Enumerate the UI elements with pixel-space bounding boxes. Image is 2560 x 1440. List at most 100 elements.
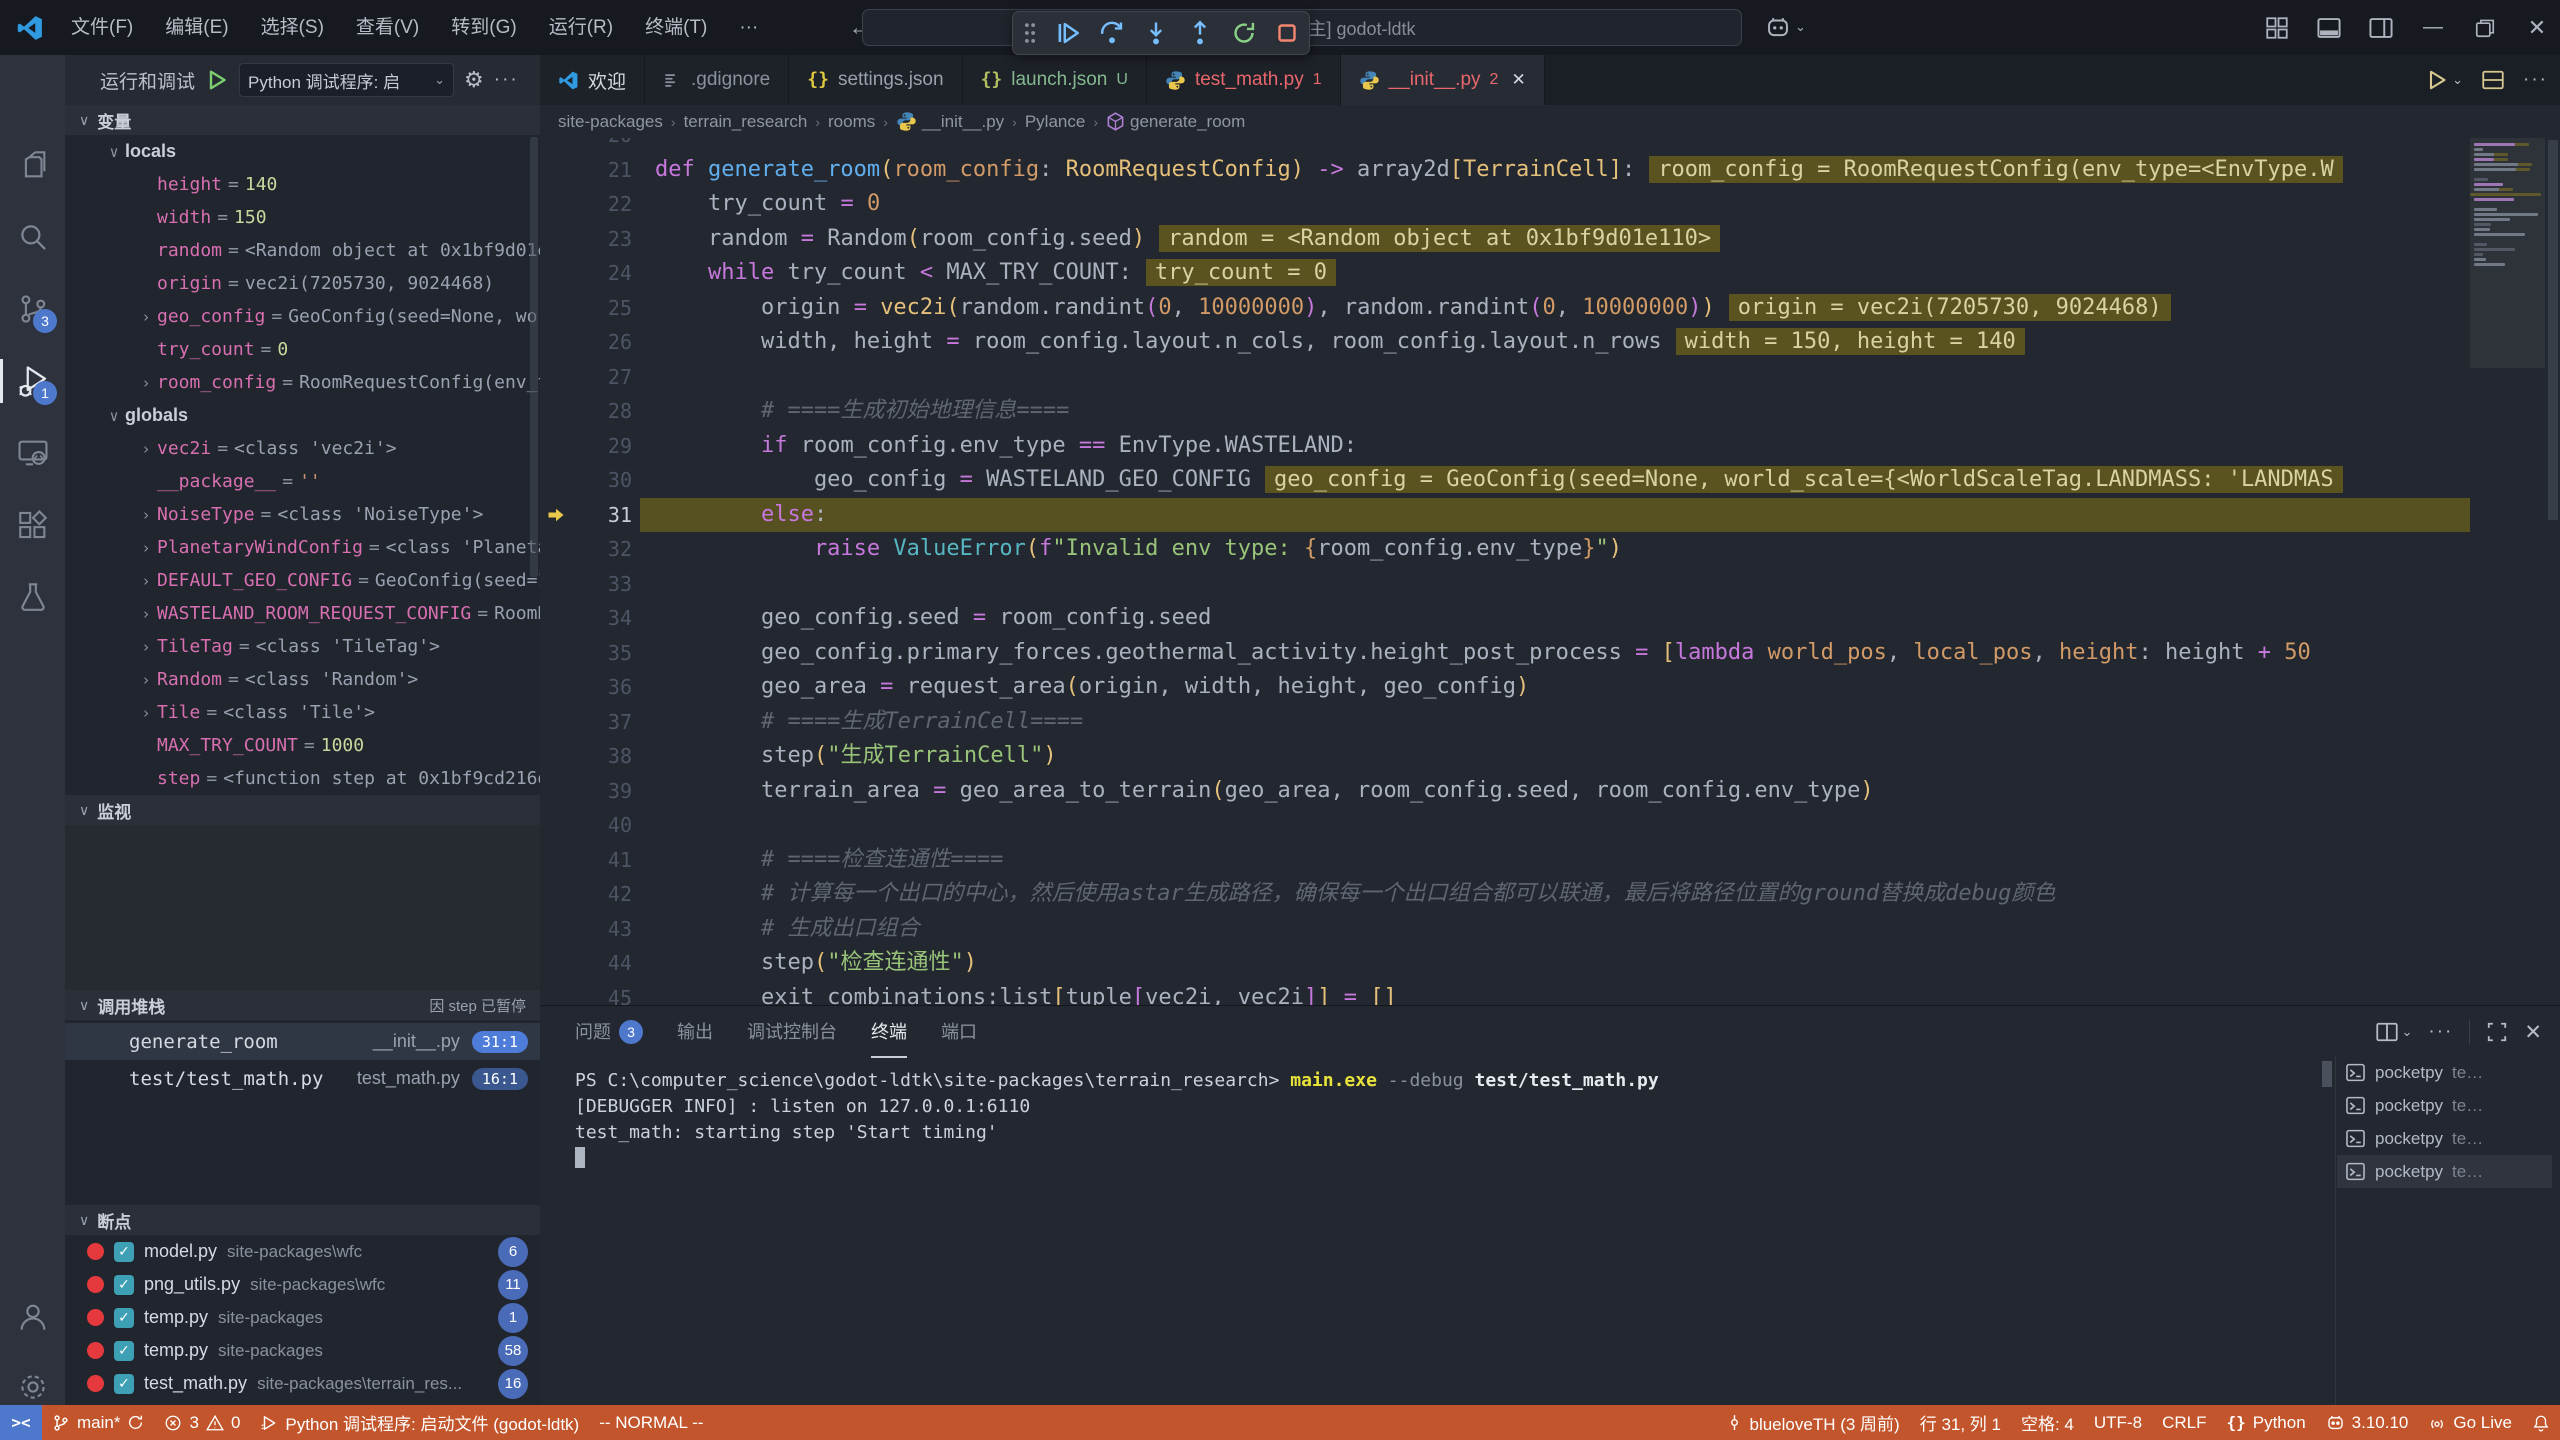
toggle-panel-icon[interactable] (2306, 0, 2352, 55)
status-item-crlf[interactable]: CRLF (2152, 1405, 2216, 1440)
code-line-22[interactable]: 22 try_count = 0 (540, 187, 2560, 222)
line-number[interactable]: 38 (540, 739, 632, 774)
terminal-output[interactable]: PS C:\computer_science\godot-ldtk\site-p… (575, 1068, 2310, 1405)
stop-button[interactable] (1275, 21, 1299, 45)
split-terminal-icon[interactable]: ⌄ (2375, 1020, 2413, 1044)
line-number[interactable]: 23 (540, 222, 632, 257)
tab-[interactable]: 欢迎 (540, 55, 645, 105)
code-line-44[interactable]: 44 step("检查连通性") (540, 946, 2560, 981)
activity-account-icon[interactable] (0, 1285, 65, 1349)
code-line-37[interactable]: 37 # ====生成TerrainCell==== (540, 705, 2560, 740)
panel-tab-终端[interactable]: 终端 (871, 1006, 907, 1058)
code-line-31[interactable]: 31 else: (540, 498, 2560, 533)
code-editor[interactable]: 2021def generate_room(room_config: RoomR… (540, 138, 2560, 1005)
code-line-30[interactable]: 30 geo_config = WASTELAND_GEO_CONFIGgeo_… (540, 463, 2560, 498)
window-restore-icon[interactable] (2462, 0, 2508, 55)
line-number[interactable]: 43 (540, 912, 632, 947)
toggle-secondary-sidebar-icon[interactable] (2358, 0, 2404, 55)
debug-settings-gear-icon[interactable]: ⚙ (464, 67, 484, 93)
code-line-34[interactable]: 34 geo_config.seed = room_config.seed (540, 601, 2560, 636)
restart-button[interactable] (1231, 20, 1257, 46)
code-line-41[interactable]: 41 # ====检查连通性==== (540, 843, 2560, 878)
line-number[interactable]: 33 (540, 567, 632, 602)
status-item-utf-8[interactable]: UTF-8 (2084, 1405, 2152, 1440)
activity-remote-explorer-icon[interactable] (0, 421, 65, 485)
code-line-25[interactable]: 25 origin = vec2i(random.randint(0, 1000… (540, 291, 2560, 326)
code-line-43[interactable]: 43 # 生成出口组合 (540, 912, 2560, 947)
menu-t[interactable]: 终端(T) (629, 0, 723, 55)
line-number[interactable]: 34 (540, 601, 632, 636)
breakpoints-section-header[interactable]: ∨ 断点 (65, 1205, 540, 1235)
variable-row[interactable]: ›Tile=<class 'Tile'> (65, 696, 540, 729)
terminal-scrollbar[interactable] (2322, 1061, 2332, 1087)
activity-extensions-icon[interactable] (0, 493, 65, 557)
breakpoint-checkbox[interactable]: ✓ (114, 1242, 134, 1262)
breakpoint-checkbox[interactable]: ✓ (114, 1275, 134, 1295)
variable-row[interactable]: ›vec2i=<class 'vec2i'> (65, 432, 540, 465)
code-line-32[interactable]: 32 raise ValueError(f"Invalid env type: … (540, 532, 2560, 567)
editor-scrollbar[interactable] (2546, 138, 2560, 1005)
code-line-24[interactable]: 24 while try_count < MAX_TRY_COUNT:try_c… (540, 256, 2560, 291)
continue-button[interactable] (1055, 20, 1081, 46)
menu-v[interactable]: 查看(V) (340, 0, 435, 55)
code-line-38[interactable]: 38 step("生成TerrainCell") (540, 739, 2560, 774)
terminal-list-item[interactable]: pocketpyte… (2337, 1056, 2552, 1089)
line-number[interactable]: 27 (540, 360, 632, 395)
variable-row[interactable]: ∨locals (65, 135, 540, 168)
line-number[interactable]: 40 (540, 808, 632, 843)
status-item-bell[interactable] (2522, 1405, 2560, 1440)
breadcrumb-item[interactable]: __init__.py (896, 111, 1004, 132)
split-editor-icon[interactable] (2481, 68, 2505, 92)
callstack-section-header[interactable]: ∨ 调用堆栈 因 step 已暂停 (65, 990, 540, 1020)
variable-row[interactable]: step=<function step at 0x1bf9cd216d (65, 762, 540, 795)
variable-row[interactable]: ›geo_config=GeoConfig(seed=None, wor… (65, 300, 540, 333)
panel-more-actions-icon[interactable]: ··· (2428, 1021, 2453, 1043)
status-item-error[interactable]: 30 (154, 1405, 250, 1440)
variable-row[interactable]: random=<Random object at 0x1bf9d01e… (65, 234, 540, 267)
tab-.gdignore[interactable]: .gdignore (645, 55, 789, 105)
code-line-42[interactable]: 42 # 计算每一个出口的中心，然后使用astar生成路径，确保每一个出口组合都… (540, 877, 2560, 912)
debug-config-dropdown[interactable]: Python 调试程序: 启 ⌄ (239, 63, 454, 97)
activity-run-and-debug-icon[interactable]: 1 (0, 349, 65, 413)
run-python-file-button[interactable]: ⌄ (2425, 68, 2463, 92)
tab-launch.json[interactable]: {}launch.jsonU (963, 55, 1147, 105)
status-item---normal--[interactable]: -- NORMAL -- (589, 1405, 713, 1440)
window-minimize-icon[interactable]: — (2410, 0, 2456, 55)
code-line-20[interactable]: 20 (540, 138, 2560, 153)
activity-testing-icon[interactable] (0, 565, 65, 629)
editor-more-actions-icon[interactable]: ··· (2523, 69, 2548, 91)
variable-row[interactable]: __package__='' (65, 465, 540, 498)
profile-icon[interactable]: ⌄ (1765, 14, 1806, 40)
code-line-27[interactable]: 27 (540, 360, 2560, 395)
line-number[interactable]: 26 (540, 325, 632, 360)
variable-row[interactable]: ›room_config=RoomRequestConfig(env_t… (65, 366, 540, 399)
breadcrumb-item[interactable]: generate_room (1106, 112, 1245, 132)
tab-__init__.py[interactable]: __init__.py2✕ (1341, 55, 1545, 105)
status-item-branch[interactable]: main* (42, 1405, 154, 1440)
status-item-行31列1[interactable]: 行 31, 列 1 (1910, 1405, 2011, 1440)
breakpoint-checkbox[interactable]: ✓ (114, 1341, 134, 1361)
step-out-button[interactable] (1187, 20, 1213, 46)
variables-section-header[interactable]: ∨ 变量 (65, 105, 540, 135)
code-line-40[interactable]: 40 (540, 808, 2560, 843)
breakpoint-row[interactable]: ✓png_utils.pysite-packages\wfc11 (65, 1268, 540, 1301)
line-number[interactable]: 25 (540, 291, 632, 326)
breakpoint-checkbox[interactable]: ✓ (114, 1374, 134, 1394)
activity-search-icon[interactable] (0, 205, 65, 269)
terminal-list-item[interactable]: pocketpyte… (2337, 1089, 2552, 1122)
breadcrumb-item[interactable]: terrain_research (684, 112, 808, 132)
panel-tab-端口[interactable]: 端口 (941, 1006, 977, 1058)
code-line-23[interactable]: 23 random = Random(room_config.seed)rand… (540, 222, 2560, 257)
breakpoint-row[interactable]: ✓test_math.pysite-packages\terrain_res..… (65, 1367, 540, 1400)
code-line-28[interactable]: 28 # ====生成初始地理信息==== (540, 394, 2560, 429)
activity-source-control-icon[interactable]: 3 (0, 277, 65, 341)
line-number[interactable]: 20 (540, 138, 632, 153)
variable-row[interactable]: ›WASTELAND_ROOM_REQUEST_CONFIG=RoomR… (65, 597, 540, 630)
variable-row[interactable]: ›NoiseType=<class 'NoiseType'> (65, 498, 540, 531)
line-number[interactable]: 32 (540, 532, 632, 567)
code-line-39[interactable]: 39 terrain_area = geo_area_to_terrain(ge… (540, 774, 2560, 809)
variables-scrollbar[interactable] (530, 137, 538, 577)
status-item-broadcast[interactable]: Go Live (2418, 1405, 2522, 1440)
line-number[interactable]: 28 (540, 394, 632, 429)
watch-section-header[interactable]: ∨ 监视 (65, 795, 540, 825)
